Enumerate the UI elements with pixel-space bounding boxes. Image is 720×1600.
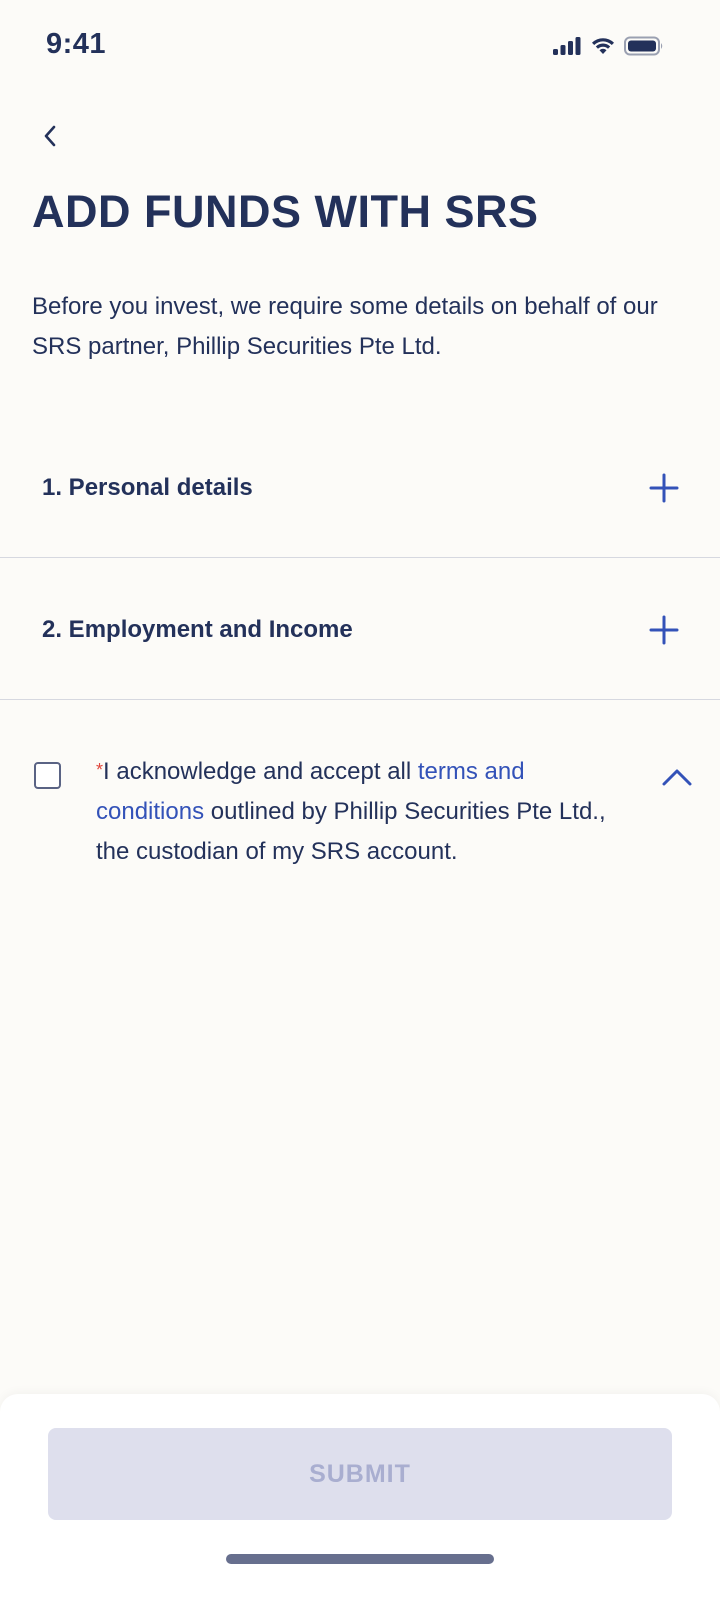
status-time: 9:41 [46,28,107,60]
bottom-action-bar: SUBMIT [0,1394,720,1600]
back-button[interactable] [30,116,70,156]
wifi-icon [592,38,614,54]
page-title: ADD FUNDS WITH SRS [32,186,539,237]
accordion-personal-details[interactable]: 1. Personal details [0,418,720,558]
accordion-label: 1. Personal details [42,473,253,501]
chevron-up-icon[interactable] [660,766,694,788]
status-icons [552,36,664,56]
plus-icon [649,473,679,502]
srs-add-funds-screen: 9:41 ADD FUNDS WITH SRS Before you inves… [0,0,720,1600]
signal-icon [553,37,581,55]
terms-text: *I acknowledge and accept all terms and … [96,752,616,872]
chevron-left-icon [44,125,56,147]
accordion-employment-income[interactable]: 2. Employment and Income [0,560,720,700]
home-indicator [226,1554,494,1564]
plus-icon [649,615,679,644]
submit-button[interactable]: SUBMIT [48,1428,672,1520]
intro-text: Before you invest, we require some detai… [32,293,658,360]
battery-icon [624,36,663,56]
status-bar: 9:41 [0,0,720,92]
terms-text-before: I acknowledge and accept all [103,758,418,785]
terms-checkbox[interactable] [34,762,61,789]
accordion-label: 2. Employment and Income [42,615,353,643]
required-mark: * [96,760,104,780]
